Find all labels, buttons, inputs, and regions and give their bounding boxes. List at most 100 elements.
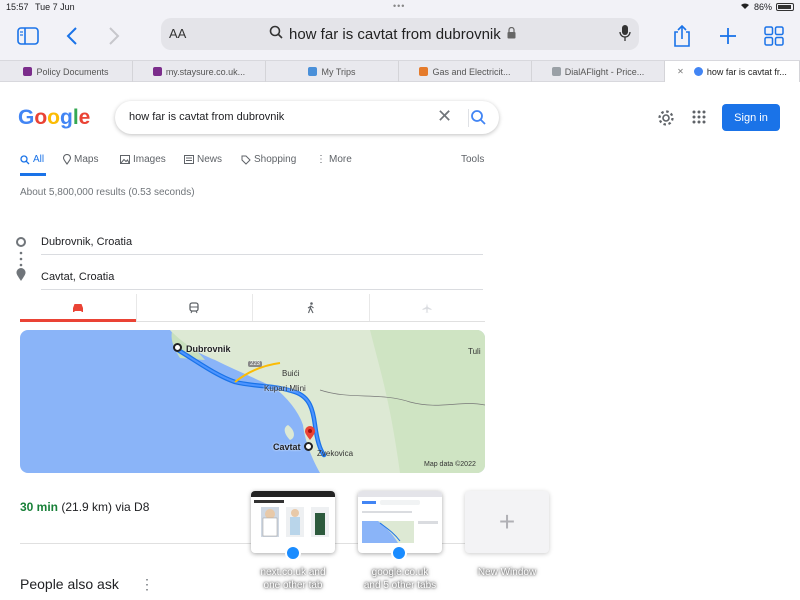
tab-google-search[interactable]: ✕ how far is cavtat fr...: [665, 61, 800, 82]
window-label-next: next.co.uk and one other tab: [238, 566, 348, 592]
route-map[interactable]: Dubrovnik Tuli Buići 223 Kupari Mlini Ca…: [20, 330, 485, 473]
logo-letter: o: [47, 106, 60, 129]
map-label-zvekovica: Zvekovica: [317, 449, 354, 458]
tab-my-trips[interactable]: My Trips: [266, 61, 399, 82]
favicon-icon: [419, 67, 429, 76]
car-icon: [72, 303, 83, 312]
tab-bar: Policy Documents my.staysure.co.uk... My…: [0, 60, 800, 82]
tab-overview-icon[interactable]: [760, 22, 788, 50]
status-bar: 15:57 Tue 7 Jun ••• 86%: [0, 0, 800, 14]
search-icon: [20, 154, 30, 164]
nav-all[interactable]: All: [20, 154, 44, 165]
microphone-icon[interactable]: [619, 24, 631, 47]
settings-gear-icon[interactable]: [657, 109, 675, 132]
nav-label: Maps: [74, 154, 99, 165]
browser-toolbar: AA how far is cavtat from dubrovnik: [0, 14, 800, 60]
clear-search-icon[interactable]: ✕: [437, 106, 452, 127]
window-label-line: and 5 other tabs: [363, 580, 437, 591]
google-favicon-icon: [693, 67, 703, 76]
close-tab-icon[interactable]: ✕: [677, 67, 684, 76]
logo-letter: G: [18, 106, 35, 129]
status-time: 15:57: [6, 2, 29, 12]
search-divider: [468, 109, 469, 127]
tab-label: my.staysure.co.uk...: [165, 66, 246, 77]
tab-staysure[interactable]: my.staysure.co.uk...: [133, 61, 266, 82]
safari-icon: [285, 545, 301, 561]
favicon-icon: [23, 67, 33, 76]
road-badge: 223: [248, 361, 263, 367]
sign-in-button[interactable]: Sign in: [722, 104, 780, 131]
tab-label: Policy Documents: [36, 66, 109, 77]
travel-modes: [20, 294, 485, 322]
map-label-dubrovnik: Dubrovnik: [186, 344, 231, 354]
tab-dialaflight[interactable]: DialAFlight - Price...: [532, 61, 665, 82]
address-bar[interactable]: AA how far is cavtat from dubrovnik: [161, 18, 639, 50]
more-options-icon[interactable]: ⋮: [140, 576, 154, 593]
battery-percent: 86%: [753, 2, 772, 12]
mode-flights[interactable]: [370, 294, 486, 321]
share-icon[interactable]: [668, 22, 696, 50]
google-logo[interactable]: Google: [18, 106, 90, 130]
window-label-google: google.co.uk and 5 other tabs: [345, 566, 455, 592]
new-window-label: New Window: [477, 567, 537, 578]
map-credit: Map data ©2022: [424, 461, 476, 468]
route-connector-icon: [16, 237, 26, 281]
nav-news[interactable]: News: [184, 154, 222, 165]
search-input[interactable]: how far is cavtat from dubrovnik: [129, 111, 284, 123]
nav-shopping[interactable]: Shopping: [241, 154, 296, 165]
train-icon: [189, 301, 199, 313]
nav-label: Tools: [461, 154, 485, 165]
plus-icon: +: [498, 506, 516, 537]
map-pin-icon: [63, 154, 71, 165]
status-right: 86%: [740, 2, 794, 12]
map-label-buici: Buići: [282, 369, 300, 378]
back-icon[interactable]: [58, 22, 86, 50]
favicon-icon: [152, 67, 162, 76]
tab-gas-electricity[interactable]: Gas and Electricit...: [399, 61, 532, 82]
image-icon: [120, 155, 130, 164]
reader-aa-button[interactable]: AA: [169, 26, 186, 41]
walking-icon: [307, 301, 314, 313]
tag-icon: [241, 155, 251, 165]
address-query: how far is cavtat from dubrovnik: [269, 25, 516, 43]
search-icon[interactable]: [470, 109, 486, 130]
favicon-icon: [308, 67, 318, 76]
route-duration: 30 min: [20, 500, 59, 514]
nav-images[interactable]: Images: [120, 154, 166, 165]
logo-letter: e: [78, 106, 91, 129]
mode-driving[interactable]: [20, 294, 137, 322]
route-origin[interactable]: Dubrovnik, Croatia: [41, 236, 132, 248]
window-label-line: next.co.uk and: [260, 567, 326, 578]
route-destination-underline: [41, 289, 483, 290]
sidebar-icon[interactable]: [14, 22, 42, 50]
map-label-kupari: Kupari Mlini: [264, 384, 306, 393]
nav-more[interactable]: ⋮ More: [316, 154, 352, 165]
tab-label: Gas and Electricit...: [432, 66, 511, 77]
new-tab-icon[interactable]: [714, 22, 742, 50]
mode-transit[interactable]: [137, 294, 253, 321]
route-destination[interactable]: Cavtat, Croatia: [41, 271, 114, 283]
multitasking-dots-icon[interactable]: •••: [393, 1, 405, 11]
new-window-button[interactable]: +: [465, 491, 549, 553]
tab-policy-documents[interactable]: Policy Documents: [0, 61, 133, 82]
window-label-line: google.co.uk: [371, 567, 429, 578]
flight-icon: [422, 303, 432, 312]
wifi-icon: [740, 2, 750, 12]
map-label-tuli: Tuli: [468, 347, 481, 356]
route-origin-underline: [41, 254, 483, 255]
forward-icon[interactable]: [100, 22, 128, 50]
window-thumbnail-next[interactable]: [251, 491, 335, 553]
logo-letter: g: [60, 106, 73, 129]
mode-walking[interactable]: [253, 294, 370, 321]
window-label-line: one other tab: [263, 580, 323, 591]
nav-maps[interactable]: Maps: [63, 154, 98, 165]
lock-icon: [507, 26, 516, 43]
google-apps-icon[interactable]: [692, 110, 706, 129]
window-switcher: next.co.uk and one other tab google.co.u…: [245, 488, 565, 600]
logo-letter: o: [34, 106, 48, 129]
google-search-box[interactable]: how far is cavtat from dubrovnik ✕: [115, 101, 499, 134]
nav-label: Images: [133, 154, 166, 165]
window-thumbnail-google[interactable]: [358, 491, 442, 553]
address-query-text: how far is cavtat from dubrovnik: [289, 25, 501, 43]
nav-tools[interactable]: Tools: [461, 154, 484, 165]
